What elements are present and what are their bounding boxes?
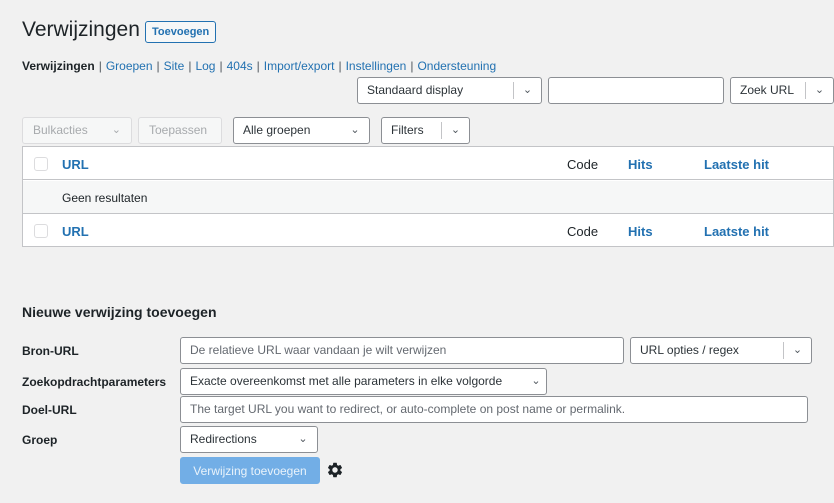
subnav-separator: | xyxy=(410,59,414,73)
group-filter-value: Alle groepen xyxy=(243,123,311,137)
filters-select[interactable]: Filters ⌄ xyxy=(381,117,470,144)
column-url[interactable]: URL xyxy=(62,224,89,239)
redirects-table: URL Code Hits Laatste hit Geen resultate… xyxy=(22,146,834,247)
column-code: Code xyxy=(567,157,599,172)
select-all-checkbox[interactable] xyxy=(34,157,48,171)
gear-icon[interactable] xyxy=(326,461,344,479)
subnav: Verwijzingen | Groepen | Site | Log | 404s | Impor… xyxy=(22,59,496,73)
display-select-value: Standaard display xyxy=(367,83,464,97)
empty-message: Geen resultaten xyxy=(62,191,148,205)
group-label: Groep xyxy=(22,433,58,447)
group-select-value: Redirections xyxy=(190,432,257,446)
display-select[interactable]: Standaard display ⌄ xyxy=(357,77,542,104)
subnav-item-import-export[interactable]: Import/export xyxy=(264,59,335,73)
subnav-item-log[interactable]: Log xyxy=(195,59,215,73)
chevron-down-icon: ⌄ xyxy=(805,82,833,99)
subnav-item-instellingen[interactable]: Instellingen xyxy=(346,59,407,73)
select-all-checkbox[interactable] xyxy=(34,224,48,238)
subnav-separator: | xyxy=(338,59,342,73)
subnav-separator: | xyxy=(219,59,223,73)
target-url-label: Doel-URL xyxy=(22,403,77,417)
url-options-value: URL opties / regex xyxy=(640,343,739,357)
query-params-select[interactable]: Exacte overeenkomst met alle parameters … xyxy=(180,368,547,395)
search-input[interactable] xyxy=(548,77,724,104)
column-hits[interactable]: Hits xyxy=(628,157,653,172)
chevron-down-icon: ⌄ xyxy=(298,433,308,445)
chevron-down-icon: ⌄ xyxy=(350,124,360,136)
table-empty-row: Geen resultaten xyxy=(23,181,833,214)
subnav-separator: | xyxy=(156,59,160,73)
new-redirect-title: Nieuwe verwijzing toevoegen xyxy=(22,304,217,320)
chevron-down-icon: ⌄ xyxy=(513,82,541,99)
column-url[interactable]: URL xyxy=(62,157,89,172)
chevron-down-icon: ⌄ xyxy=(111,124,121,136)
search-type-value: Zoek URL xyxy=(740,83,795,97)
subnav-item-ondersteuning[interactable]: Ondersteuning xyxy=(417,59,496,73)
bulk-actions-select[interactable]: Bulkacties ⌄ xyxy=(22,117,132,144)
source-url-label: Bron-URL xyxy=(22,344,79,358)
query-params-label: Zoekopdrachtparameters xyxy=(22,375,167,389)
table-footer-row: URL Code Hits Laatste hit xyxy=(23,214,833,247)
group-select[interactable]: Redirections ⌄ xyxy=(180,426,318,453)
source-url-input[interactable]: De relatieve URL waar vandaan je wilt ve… xyxy=(180,337,624,364)
chevron-down-icon: ⌄ xyxy=(441,122,469,139)
column-code: Code xyxy=(567,224,599,239)
column-hits[interactable]: Hits xyxy=(628,224,653,239)
filters-label: Filters xyxy=(391,123,424,137)
add-new-button[interactable]: Toevoegen xyxy=(145,21,217,43)
chevron-down-icon: ⌄ xyxy=(531,375,541,387)
bulk-actions-label: Bulkacties xyxy=(33,123,88,137)
subnav-separator: | xyxy=(98,59,102,73)
url-options-select[interactable]: URL opties / regex ⌄ xyxy=(630,337,812,364)
add-redirect-button[interactable]: Verwijzing toevoegen xyxy=(180,457,320,484)
subnav-item-404s[interactable]: 404s xyxy=(227,59,253,73)
query-params-value: Exacte overeenkomst met alle parameters … xyxy=(190,374,503,388)
page-title: Verwijzingen xyxy=(22,18,140,41)
column-last-hit[interactable]: Laatste hit xyxy=(704,224,769,239)
subnav-separator: | xyxy=(256,59,260,73)
subnav-separator: | xyxy=(188,59,192,73)
subnav-item-groepen[interactable]: Groepen xyxy=(106,59,153,73)
subnav-item-verwijzingen[interactable]: Verwijzingen xyxy=(22,59,95,73)
table-header-row: URL Code Hits Laatste hit xyxy=(23,147,833,180)
group-filter-select[interactable]: Alle groepen ⌄ xyxy=(233,117,370,144)
target-url-input[interactable]: The target URL you want to redirect, or … xyxy=(180,396,808,423)
search-type-select[interactable]: Zoek URL ⌄ xyxy=(730,77,834,104)
apply-button[interactable]: Toepassen xyxy=(138,117,222,144)
subnav-item-site[interactable]: Site xyxy=(164,59,185,73)
column-last-hit[interactable]: Laatste hit xyxy=(704,157,769,172)
chevron-down-icon: ⌄ xyxy=(783,342,811,359)
